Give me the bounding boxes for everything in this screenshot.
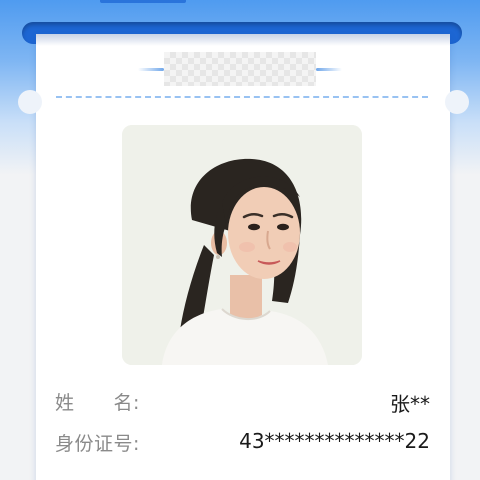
id-number-label: 身份证号: — [55, 433, 140, 455]
card-slot-shadow — [36, 34, 450, 46]
name-label: 姓 名: — [55, 392, 140, 414]
ticket-notch-left — [18, 90, 42, 114]
id-number-row: 身份证号: 43**************22 — [55, 429, 430, 459]
title-decor-right — [316, 68, 342, 71]
ticket-notch-right — [445, 90, 469, 114]
person-portrait-icon — [122, 125, 362, 365]
card-title-image — [164, 52, 316, 86]
title-decor-left — [138, 68, 164, 71]
name-row: 姓 名: 张** — [55, 388, 430, 418]
top-tab-indicator — [100, 0, 186, 3]
name-value: 张** — [390, 392, 430, 416]
portrait-photo — [122, 125, 362, 365]
perforation-divider — [56, 96, 428, 98]
id-number-value: 43**************22 — [239, 429, 430, 453]
